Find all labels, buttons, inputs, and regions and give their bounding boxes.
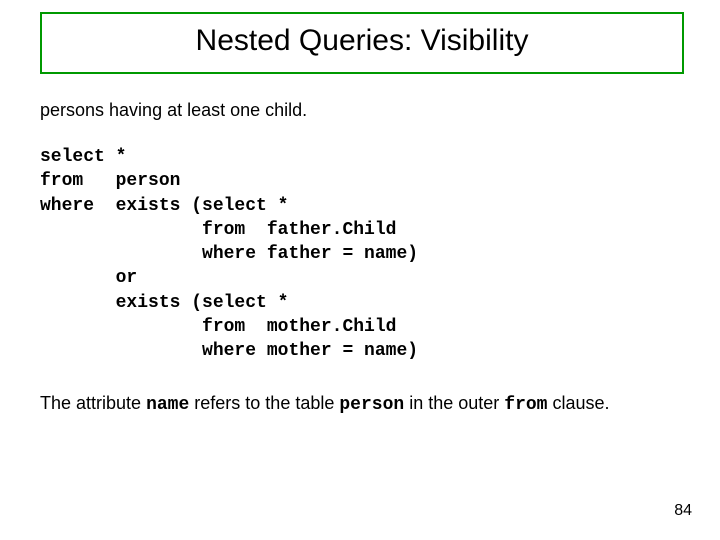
note-part-1: The attribute [40, 393, 146, 413]
note-part-3: in the outer [404, 393, 504, 413]
note-code-name: name [146, 395, 189, 415]
explanation-note: The attribute name refers to the table p… [40, 392, 680, 417]
note-code-person: person [339, 395, 404, 415]
sql-code-block: select * from person where exists (selec… [40, 145, 680, 364]
slide: Nested Queries: Visibility persons havin… [0, 0, 720, 540]
note-part-2: refers to the table [189, 393, 339, 413]
intro-text: persons having at least one child. [40, 100, 680, 121]
slide-body: persons having at least one child. selec… [40, 100, 680, 417]
title-box: Nested Queries: Visibility [40, 12, 684, 74]
slide-title: Nested Queries: Visibility [196, 24, 529, 57]
note-code-from: from [504, 395, 547, 415]
note-part-4: clause. [547, 393, 609, 413]
page-number: 84 [674, 502, 692, 520]
